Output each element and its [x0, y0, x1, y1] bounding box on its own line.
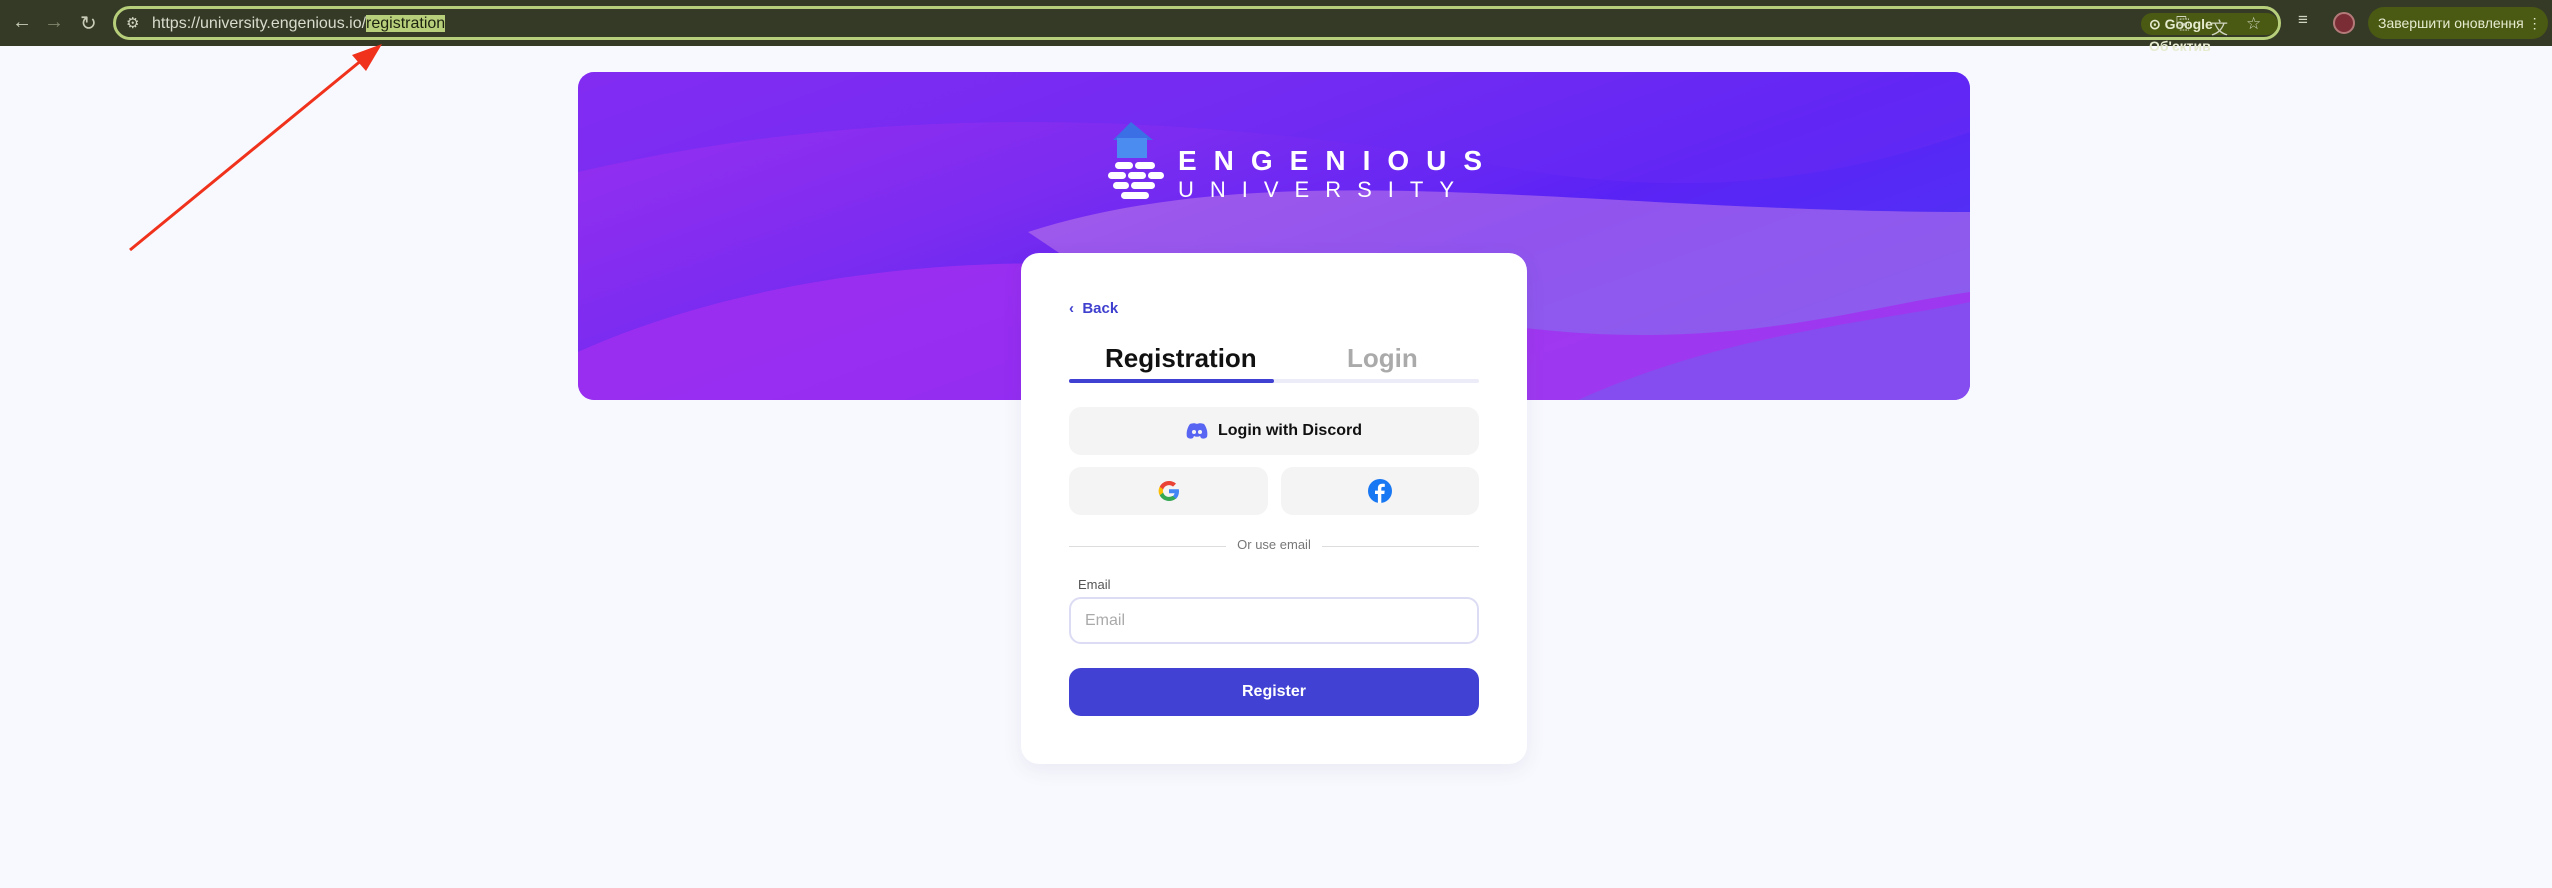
discord-login-button[interactable]: Login with Discord	[1069, 407, 1479, 455]
tab-indicator	[1069, 379, 1479, 383]
back-link[interactable]: ‹ Back	[1069, 300, 1118, 317]
update-button[interactable]: Завершити оновлення ⋮	[2368, 7, 2548, 39]
google-icon	[1158, 481, 1179, 501]
translate-icon[interactable]: 文	[2211, 14, 2228, 39]
email-input[interactable]	[1069, 597, 1479, 644]
register-button[interactable]: Register	[1069, 668, 1479, 716]
engenious-logo-icon	[1108, 122, 1164, 199]
facebook-login-button[interactable]	[1281, 467, 1479, 515]
brand-name: ENGENIOUS	[1178, 145, 1500, 176]
google-login-button[interactable]	[1069, 467, 1268, 515]
profile-avatar[interactable]	[2333, 12, 2355, 34]
divider-text: Or use email	[1237, 537, 1311, 552]
tab-login[interactable]: Login	[1347, 343, 1418, 374]
tab-registration[interactable]: Registration	[1105, 343, 1257, 374]
registration-card: ‹ Back Registration Login Login with Dis…	[1021, 253, 1527, 764]
annotation-arrow-icon	[129, 44, 382, 252]
email-label: Email	[1078, 577, 1111, 592]
discord-label: Login with Discord	[1218, 422, 1362, 439]
reading-list-icon[interactable]: ≡	[2298, 10, 2308, 30]
brand-subtitle: UNIVERSITY	[1178, 177, 1471, 202]
discord-icon	[1186, 423, 1208, 439]
install-app-icon[interactable]: ⎘	[2176, 14, 2190, 34]
address-bar[interactable]: ⚙ https://university.engenious.io/regist…	[113, 6, 2281, 54]
chevron-left-icon: ‹	[1069, 300, 1074, 317]
bookmark-star-icon[interactable]: ☆	[2246, 14, 2261, 34]
facebook-icon	[1368, 479, 1392, 503]
